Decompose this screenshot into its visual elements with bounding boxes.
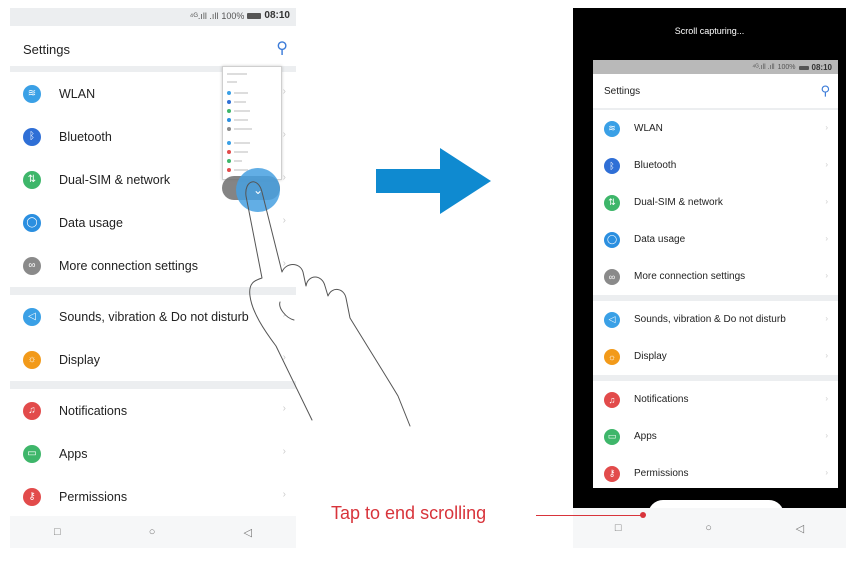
sim-icon: ⇅ [604,194,620,211]
settings-item-label: More connection settings [634,271,746,282]
settings-item-display[interactable]: ☼ Display › [593,338,838,375]
settings-group: ♫ Notifications › ▭ Apps › ⚷ Permissions › [593,381,838,488]
callout-line [536,515,643,516]
settings-item-label: Bluetooth [634,160,677,171]
settings-item-apps[interactable]: ▭ Apps › [593,418,838,455]
settings-item-label: Apps [634,431,657,442]
settings-item-dual-sim-network[interactable]: ⇅ Dual-SIM & network › [593,184,838,221]
chevron-right-icon: › [825,197,828,206]
bluetooth-icon: ᛒ [604,157,620,174]
settings-group: ◁ Sounds, vibration & Do not disturb › ☼ Dis… [593,301,838,375]
link-icon: ∞ [604,268,620,285]
settings-item-label: Dual-SIM & network [634,197,723,208]
status-time: 08:10 [811,63,832,72]
chevron-right-icon: › [825,123,828,132]
settings-item-label: Display [634,351,667,362]
chevron-right-icon: › [825,468,828,477]
capture-status-text: Scroll capturing... [674,26,745,36]
right-phone-screen: Scroll capturing... ⁴ᴳ.ıll .ıll 100% 08:… [573,8,846,548]
settings-item-wlan[interactable]: ≋ WLAN › [593,110,838,147]
recents-icon[interactable]: □ [615,522,622,534]
settings-item-label: Permissions [634,468,689,479]
settings-item-more-connection-settings[interactable]: ∞ More connection settings › [593,258,838,295]
home-icon[interactable]: ○ [705,522,712,534]
chevron-right-icon: › [825,431,828,440]
chevron-right-icon: › [825,351,828,360]
chevron-right-icon: › [825,271,828,280]
callout-label: Tap to end scrolling [331,503,487,523]
wifi-icon: ≋ [604,120,620,137]
data-usage-icon: ◯ [604,231,620,248]
page-title: Settings [604,86,641,97]
settings-item-data-usage[interactable]: ◯ Data usage › [593,221,838,258]
settings-item-label: Data usage [634,234,686,245]
settings-group: ≋ WLAN › ᛒ Bluetooth › ⇅ Dual-SIM & network › ◯ Da… [593,110,838,295]
callout-dot [640,512,646,518]
apps-icon: ▭ [604,428,620,445]
settings-item-permissions[interactable]: ⚷ Permissions › [593,455,838,488]
settings-item-bluetooth[interactable]: ᛒ Bluetooth › [593,147,838,184]
key-icon: ⚷ [604,465,620,482]
signal-indicator: ⁴ᴳ.ıll .ıll [752,64,775,71]
settings-item-label: Notifications [634,394,689,405]
captured-screenshot: ⁴ᴳ.ıll .ıll 100% 08:10 Settings ⚲ ≋ WLAN ›… [593,60,838,488]
notification-icon: ♫ [604,391,620,408]
chevron-right-icon: › [825,314,828,323]
search-icon[interactable]: ⚲ [820,83,830,99]
settings-header: Settings ⚲ [593,74,838,108]
arrow-icon [376,148,491,214]
chevron-right-icon: › [825,234,828,243]
display-icon: ☼ [604,348,620,365]
settings-item-notifications[interactable]: ♫ Notifications › [593,381,838,418]
battery-icon [798,65,809,70]
chevron-right-icon: › [825,160,828,169]
battery-percent: 100% [777,64,796,71]
chevron-right-icon: › [825,394,828,403]
nav-bar: □ ○ ◁ [573,508,846,548]
sound-icon: ◁ [604,311,620,328]
settings-item-sounds-vibration-do-not-disturb[interactable]: ◁ Sounds, vibration & Do not disturb › [593,301,838,338]
settings-item-label: Sounds, vibration & Do not disturb [634,314,786,325]
status-bar: ⁴ᴳ.ıll .ıll 100% 08:10 [752,63,832,72]
settings-item-label: WLAN [634,123,663,134]
back-icon[interactable]: ◁ [796,522,804,535]
